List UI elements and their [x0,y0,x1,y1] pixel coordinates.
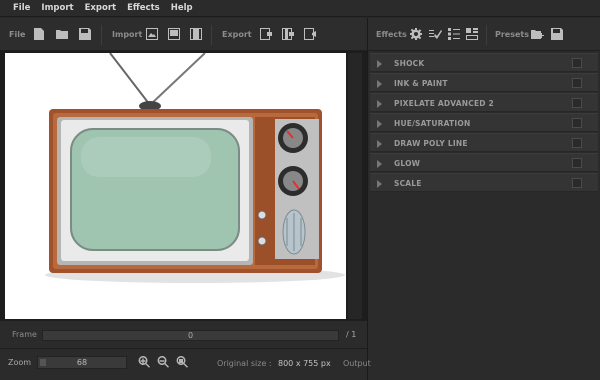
menu-help[interactable]: Help [171,3,193,13]
effect-enable-checkbox[interactable] [572,98,582,108]
main-toolbar: File Import Export [0,18,367,51]
effect-list-icon[interactable] [446,26,462,42]
expand-arrow-icon[interactable] [377,60,382,68]
effect-name: DRAW POLY LINE [394,139,468,148]
menu-file[interactable]: File [13,3,30,13]
effect-item-shock[interactable]: SHOCK [370,53,598,72]
effect-item-draw-poly-line[interactable]: DRAW POLY LINE [370,133,598,152]
frame-total: / 1 [346,330,357,339]
effect-enable-checkbox[interactable] [572,58,582,68]
effects-toolbar: Effects Presets [368,18,600,51]
zoom-label: Zoom [8,358,32,367]
apply-effect-icon[interactable] [427,26,443,42]
original-size-label: Original size : [217,359,272,368]
expand-arrow-icon[interactable] [377,160,382,168]
effect-enable-checkbox[interactable] [572,138,582,148]
effect-enable-checkbox[interactable] [572,178,582,188]
effect-enable-checkbox[interactable] [572,118,582,128]
frame-value: 0 [187,331,194,340]
zoom-in-icon[interactable] [137,355,151,369]
toolbar-separator [101,25,102,45]
open-folder-icon[interactable] [54,26,70,42]
zoom-input[interactable]: 68 [37,356,127,369]
import-image-sequence-icon[interactable] [166,26,182,42]
expand-arrow-icon[interactable] [377,120,382,128]
image-canvas[interactable] [5,53,346,319]
export-video-icon[interactable] [302,26,318,42]
settings-gear-icon[interactable] [408,26,424,42]
effects-group-label: Effects [376,30,407,39]
export-group-label: Export [222,30,252,39]
canvas-scrollbar[interactable] [348,53,362,319]
expand-arrow-icon[interactable] [377,140,382,148]
export-sequence-icon[interactable] [280,26,296,42]
effect-name: SCALE [394,179,422,188]
import-video-icon[interactable] [188,26,204,42]
effect-item-pixelate-advanced-2[interactable]: PIXELATE ADVANCED 2 [370,93,598,112]
effect-enable-checkbox[interactable] [572,158,582,168]
open-preset-icon[interactable] [529,26,545,42]
effect-enable-checkbox[interactable] [572,78,582,88]
import-group-label: Import [112,30,143,39]
output-label: Output [343,359,371,368]
original-size-value: 800 x 755 px [278,359,331,368]
effect-name: HUE/SATURATION [394,119,471,128]
presets-group-label: Presets [495,30,530,39]
save-preset-icon[interactable] [549,26,565,42]
effect-item-glow[interactable]: GLOW [370,153,598,172]
effect-item-scale[interactable]: SCALE [370,173,598,192]
effects-panel: SHOCK INK & PAINT PIXELATE ADVANCED 2 HU… [368,51,600,380]
menu-export[interactable]: Export [85,3,116,13]
menu-effects[interactable]: Effects [127,3,160,13]
export-image-icon[interactable] [258,26,274,42]
effect-stack-icon[interactable] [464,26,480,42]
frame-label: Frame [12,330,37,339]
expand-arrow-icon[interactable] [377,100,382,108]
effect-name: PIXELATE ADVANCED 2 [394,99,494,108]
expand-arrow-icon[interactable] [377,180,382,188]
effect-name: SHOCK [394,59,425,68]
tv-image [45,53,345,283]
zoom-value: 68 [76,358,88,367]
effect-item-hue-saturation[interactable]: HUE/SATURATION [370,113,598,132]
toolbar-separator [211,25,212,45]
canvas-area [0,51,367,320]
frame-slider[interactable]: 0 [42,330,339,341]
import-image-icon[interactable] [144,26,160,42]
save-icon[interactable] [77,26,93,42]
status-bar: Zoom 68 Original size : 800 x 755 px Out… [0,348,371,380]
menu-bar: File Import Export Effects Help [0,0,600,17]
effect-name: GLOW [394,159,421,168]
file-group-label: File [9,30,26,39]
expand-arrow-icon[interactable] [377,80,382,88]
zoom-out-icon[interactable] [156,355,170,369]
new-file-icon[interactable] [31,26,47,42]
toolbar-separator [486,25,487,45]
zoom-fit-icon[interactable] [175,355,189,369]
effect-item-ink-paint[interactable]: INK & PAINT [370,73,598,92]
menu-import[interactable]: Import [41,3,73,13]
frame-bar: Frame 0 / 1 [0,320,367,348]
effect-name: INK & PAINT [394,79,448,88]
